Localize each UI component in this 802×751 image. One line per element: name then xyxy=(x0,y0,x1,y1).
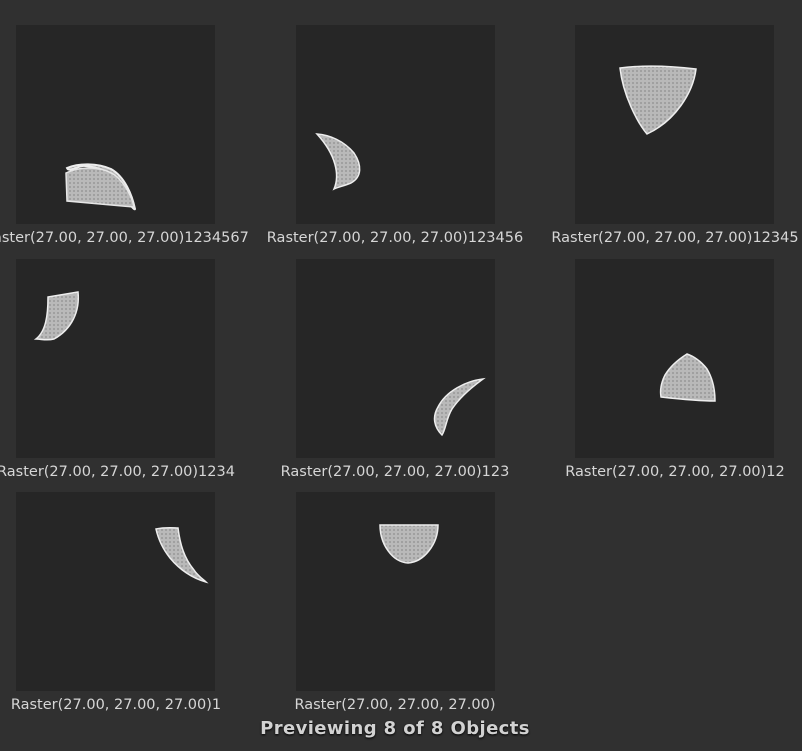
preview-label: Raster(27.00, 27.00, 27.00)123456 xyxy=(266,230,524,246)
preview-thumbnail[interactable] xyxy=(296,492,495,691)
raster-wedge-icon xyxy=(659,353,716,402)
preview-label: Raster(27.00, 27.00, 27.00)1234567 xyxy=(0,230,249,246)
raster-crescent-icon xyxy=(33,291,80,341)
raster-crescent-icon xyxy=(155,527,209,584)
raster-dome-icon xyxy=(379,524,439,564)
preview-thumbnail[interactable] xyxy=(16,259,215,458)
preview-item[interactable]: Raster(27.00, 27.00, 27.00)12 xyxy=(535,259,802,491)
preview-thumbnail[interactable] xyxy=(296,259,495,458)
object-preview-panel: Raster(27.00, 27.00, 27.00)1234567 Raste… xyxy=(0,0,802,751)
preview-item[interactable]: Raster(27.00, 27.00, 27.00)1234567 xyxy=(0,25,256,257)
raster-wedge-icon xyxy=(619,65,697,135)
preview-item[interactable]: Raster(27.00, 27.00, 27.00)1 xyxy=(0,492,256,724)
raster-crescent-icon xyxy=(315,133,361,191)
preview-item[interactable]: Raster(27.00, 27.00, 27.00)123456 xyxy=(255,25,535,257)
preview-thumbnail[interactable] xyxy=(575,25,774,224)
raster-crescent-icon xyxy=(65,163,137,211)
raster-crescent-icon xyxy=(433,377,486,437)
preview-thumbnail[interactable] xyxy=(296,25,495,224)
preview-label: Raster(27.00, 27.00, 27.00)12 xyxy=(565,464,785,480)
preview-label: Raster(27.00, 27.00, 27.00) xyxy=(294,697,496,713)
preview-count-status: Previewing 8 of 8 Objects xyxy=(260,718,530,739)
preview-thumbnail[interactable] xyxy=(575,259,774,458)
preview-item[interactable]: Raster(27.00, 27.00, 27.00)1234 xyxy=(0,259,256,491)
preview-thumbnail[interactable] xyxy=(16,25,215,224)
preview-item[interactable]: Raster(27.00, 27.00, 27.00) xyxy=(255,492,535,724)
preview-item[interactable]: Raster(27.00, 27.00, 27.00)12345 xyxy=(535,25,802,257)
preview-label: Raster(27.00, 27.00, 27.00)1 xyxy=(10,697,222,713)
preview-thumbnail[interactable] xyxy=(16,492,215,691)
preview-label: Raster(27.00, 27.00, 27.00)123 xyxy=(280,464,510,480)
preview-label: Raster(27.00, 27.00, 27.00)1234 xyxy=(0,464,235,480)
preview-item[interactable]: Raster(27.00, 27.00, 27.00)123 xyxy=(255,259,535,491)
preview-label: Raster(27.00, 27.00, 27.00)12345 xyxy=(551,230,799,246)
